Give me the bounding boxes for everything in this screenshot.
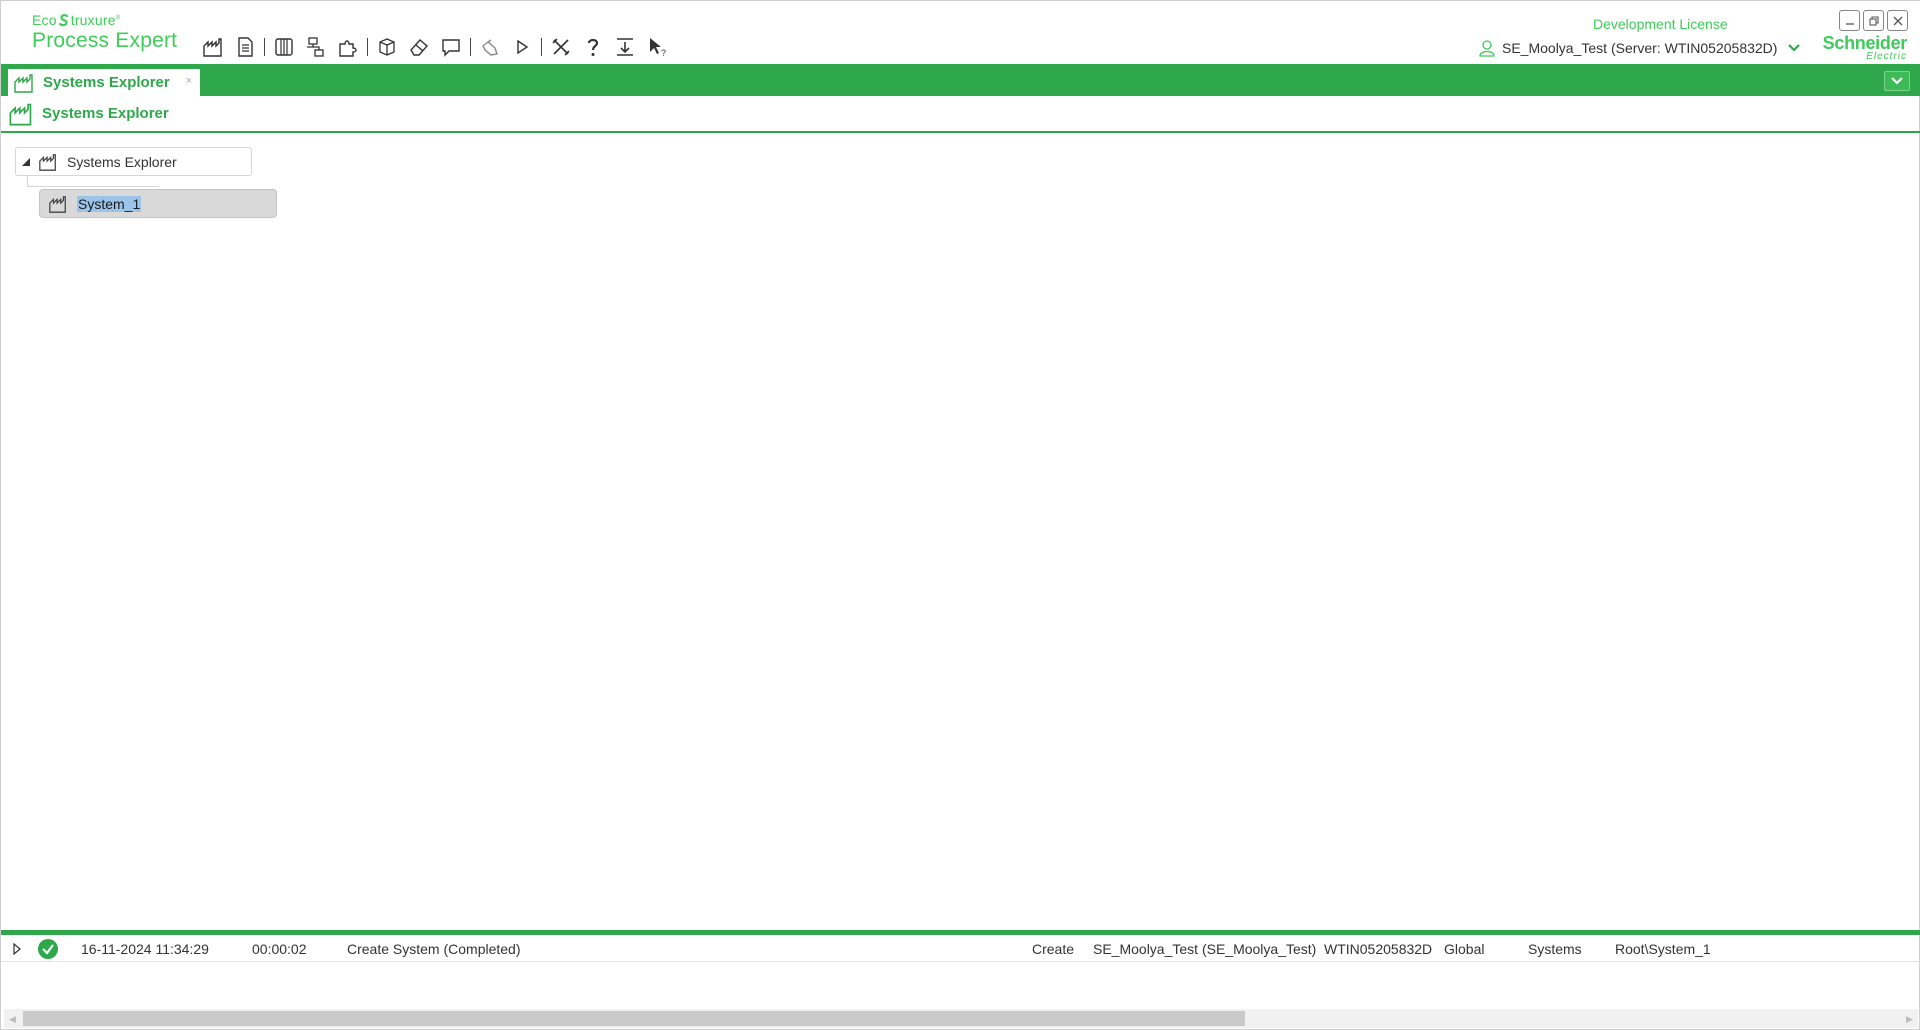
product-title: Process Expert [32,29,178,52]
tab-bar: Systems Explorer × [1,64,1920,96]
brand-eco-text: Eco [32,12,57,28]
speech-bubble-icon[interactable] [435,33,467,61]
success-check-icon [38,939,58,959]
brand: Eco truxure® Process Expert [32,12,177,53]
horizontal-scrollbar[interactable]: ◀ ▶ [4,1009,1918,1028]
toolbar-separator [541,38,542,56]
schneider-logo: Schneider Electric [1819,33,1908,62]
log-description: Create System (Completed) [347,941,521,957]
svg-text:?: ? [661,48,666,58]
tab-label: Systems Explorer [43,74,170,91]
tools-icon[interactable] [545,33,577,61]
log-category: Systems [1528,941,1582,957]
tree-connector [27,176,159,187]
toolbar-separator [367,38,368,56]
log-machine: WTIN05205832D [1324,941,1433,957]
app-header: Eco truxure® Process Expert ? Developmen… [1,1,1920,64]
user-icon [1479,40,1495,57]
expand-triangle-icon[interactable] [21,157,31,167]
tree-root-label: Systems Explorer [67,153,177,170]
chevron-down-icon[interactable] [1787,43,1801,53]
document-icon[interactable] [229,33,261,61]
log-timestamp: 16-11-2024 11:34:29 [81,941,209,957]
brand-s-icon [57,12,71,28]
log-row[interactable]: 16-11-2024 11:34:29 00:00:02 Create Syst… [1,935,1920,962]
logo-line2: Electric [1866,51,1907,62]
toolbar-separator [264,38,265,56]
tree-item-label[interactable]: System_1 [77,195,142,212]
panel-header: Systems Explorer [1,96,1920,133]
toolbar-separator [470,38,471,56]
help-icon[interactable] [577,33,609,61]
close-icon [1893,16,1902,25]
factory-icon [9,103,32,125]
tree-root-systems-explorer[interactable]: Systems Explorer [15,147,252,176]
brand-struxure-text: truxure [70,12,116,28]
restore-button[interactable] [1863,10,1884,31]
minimize-button[interactable] [1839,10,1860,31]
factory-icon [14,73,33,93]
brand-ecostruxure: Eco truxure® [32,12,121,28]
factory-icon [49,195,66,213]
factory-icon[interactable] [197,33,229,61]
tab-close-icon[interactable]: × [186,75,192,87]
library-icon[interactable] [268,33,300,61]
scrollbar-thumb[interactable] [23,1011,1245,1026]
user-menu[interactable]: SE_Moolya_Test (Server: WTIN05205832D) [1479,39,1801,57]
box-icon[interactable] [371,33,403,61]
hand-icon[interactable] [474,33,506,61]
minimize-icon [1845,22,1854,25]
log-user: SE_Moolya_Test (SE_Moolya_Test) [1093,941,1317,957]
tab-overflow-button[interactable] [1884,71,1910,91]
window-controls [1839,10,1908,31]
export-icon[interactable] [609,33,641,61]
pointer-help-icon[interactable]: ? [641,33,673,61]
license-label: Development License [1593,16,1728,32]
tree-item-system-1[interactable]: System_1 [39,189,277,218]
puzzle-icon[interactable] [332,33,364,61]
app-window: Eco truxure® Process Expert ? Developmen… [0,0,1920,1030]
log-scope: Global [1444,941,1485,957]
user-label: SE_Moolya_Test (Server: WTIN05205832D) [1502,40,1778,56]
log-action: Create [1032,941,1075,957]
main-toolbar: ? [197,33,673,61]
logo-line1: Schneider [1822,33,1908,53]
panel-title: Systems Explorer [42,105,169,122]
chevron-down-icon [1891,77,1903,85]
log-path: Root\System_1 [1615,941,1711,957]
network-icon[interactable] [300,33,332,61]
restore-icon [1868,15,1879,26]
scroll-right-icon[interactable]: ▶ [1906,1014,1913,1025]
eraser-icon[interactable] [403,33,435,61]
play-icon[interactable] [506,33,538,61]
scroll-left-icon[interactable]: ◀ [9,1014,16,1025]
tab-systems-explorer[interactable]: Systems Explorer × [8,69,200,96]
close-button[interactable] [1887,10,1908,31]
expand-arrow-icon[interactable] [12,943,22,955]
factory-icon [39,153,56,171]
log-duration: 00:00:02 [252,941,307,957]
